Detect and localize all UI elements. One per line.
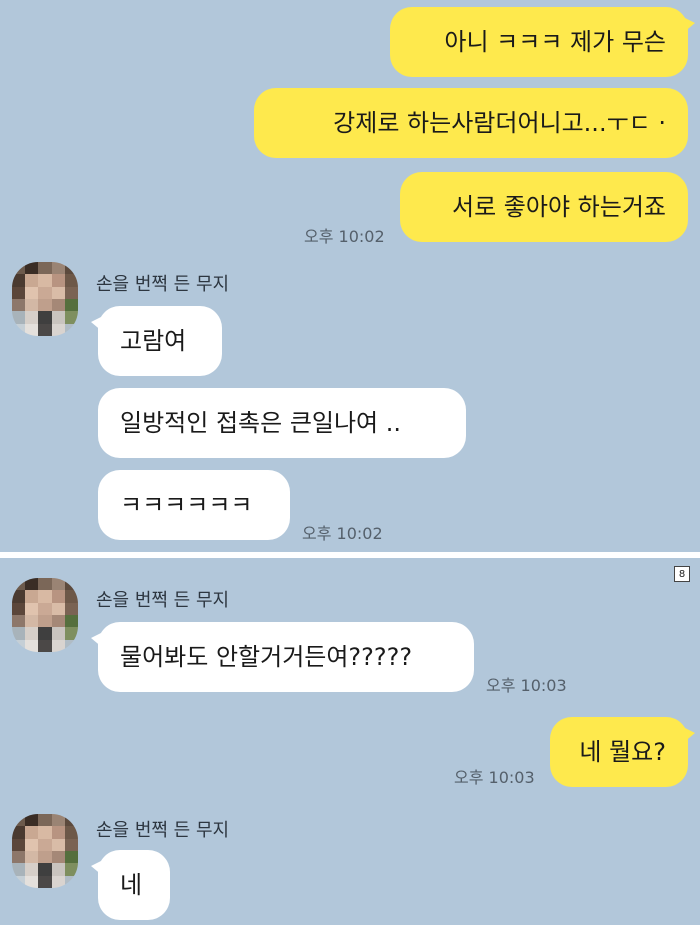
message-text: 네 <box>120 871 143 899</box>
message-bubble-mine[interactable]: 강제로 하는사람더어니고...ㅜㄷ · <box>254 88 688 158</box>
message-text: 아니 ㅋㅋㅋ 제가 무슨 <box>444 28 666 56</box>
message-text: 일방적인 접촉은 큰일나여 .. <box>120 409 402 437</box>
message-text: 물어봐도 안할거거든여????? <box>120 643 413 671</box>
message-timestamp: 오후 10:03 <box>454 768 535 787</box>
message-bubble-mine[interactable]: 서로 좋아야 하는거죠 <box>400 172 688 242</box>
message-text: 서로 좋아야 하는거죠 <box>452 193 666 221</box>
contact-avatar[interactable] <box>12 814 78 888</box>
contact-name: 손을 번쩍 든 무지 <box>96 590 230 611</box>
message-bubble-theirs[interactable]: 네 <box>91 850 170 920</box>
message-text: 네 뭘요? <box>579 738 666 766</box>
message-text: ㅋㅋㅋㅋㅋㅋ <box>120 491 253 519</box>
message-text: 강제로 하는사람더어니고...ㅜㄷ · <box>333 109 666 137</box>
contact-avatar[interactable] <box>12 578 78 652</box>
chat-screen-bottom: 8 손을 번쩍 든 무지 물어봐도 안할거거든여????? 오후 10:03 네… <box>0 558 700 925</box>
contact-name: 손을 번쩍 든 무지 <box>96 274 230 295</box>
contact-name: 손을 번쩍 든 무지 <box>96 820 230 841</box>
message-timestamp: 오후 10:02 <box>302 524 383 543</box>
message-bubble-theirs[interactable]: 일방적인 접촉은 큰일나여 .. <box>98 388 466 458</box>
message-bubble-theirs[interactable]: ㅋㅋㅋㅋㅋㅋ <box>98 470 290 540</box>
message-bubble-mine[interactable]: 네 뭘요? <box>550 717 695 787</box>
page-number-badge: 8 <box>674 566 690 582</box>
message-bubble-theirs[interactable]: 고람여 <box>91 306 222 376</box>
message-text: 고람여 <box>120 327 187 355</box>
message-bubble-theirs[interactable]: 물어봐도 안할거거든여????? <box>91 622 474 692</box>
message-timestamp: 오후 10:02 <box>304 227 385 246</box>
message-timestamp: 오후 10:03 <box>486 676 567 695</box>
message-bubble-mine[interactable]: 아니 ㅋㅋㅋ 제가 무슨 <box>390 7 695 77</box>
contact-avatar[interactable] <box>12 262 78 336</box>
chat-screen-top: 아니 ㅋㅋㅋ 제가 무슨 강제로 하는사람더어니고...ㅜㄷ · 서로 좋아야 … <box>0 0 700 552</box>
